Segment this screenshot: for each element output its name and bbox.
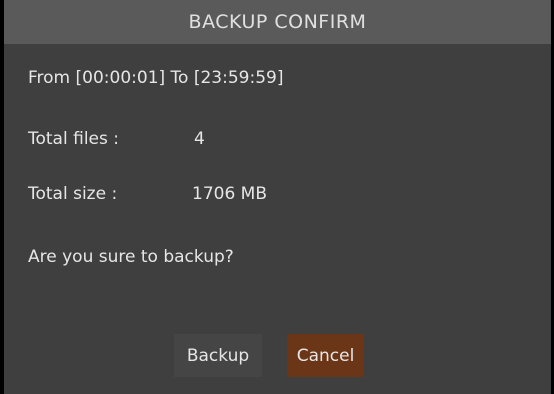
time-range-text: From [00:00:01] To [23:59:59]: [28, 68, 284, 88]
total-files-value: 4: [194, 129, 205, 149]
backup-button[interactable]: Backup: [174, 334, 262, 377]
confirm-question: Are you sure to backup?: [28, 247, 234, 267]
dialog-body: From [00:00:01] To [23:59:59] Total file…: [4, 44, 551, 394]
cancel-button[interactable]: Cancel: [287, 334, 364, 377]
backup-confirm-dialog: BACKUP CONFIRM From [00:00:01] To [23:59…: [0, 0, 554, 394]
total-size-label: Total size :: [28, 184, 118, 204]
total-files-label: Total files :: [28, 129, 119, 149]
dialog-title: BACKUP CONFIRM: [188, 11, 367, 33]
dialog-title-bar: BACKUP CONFIRM: [4, 0, 551, 44]
total-size-value: 1706 MB: [192, 184, 267, 204]
